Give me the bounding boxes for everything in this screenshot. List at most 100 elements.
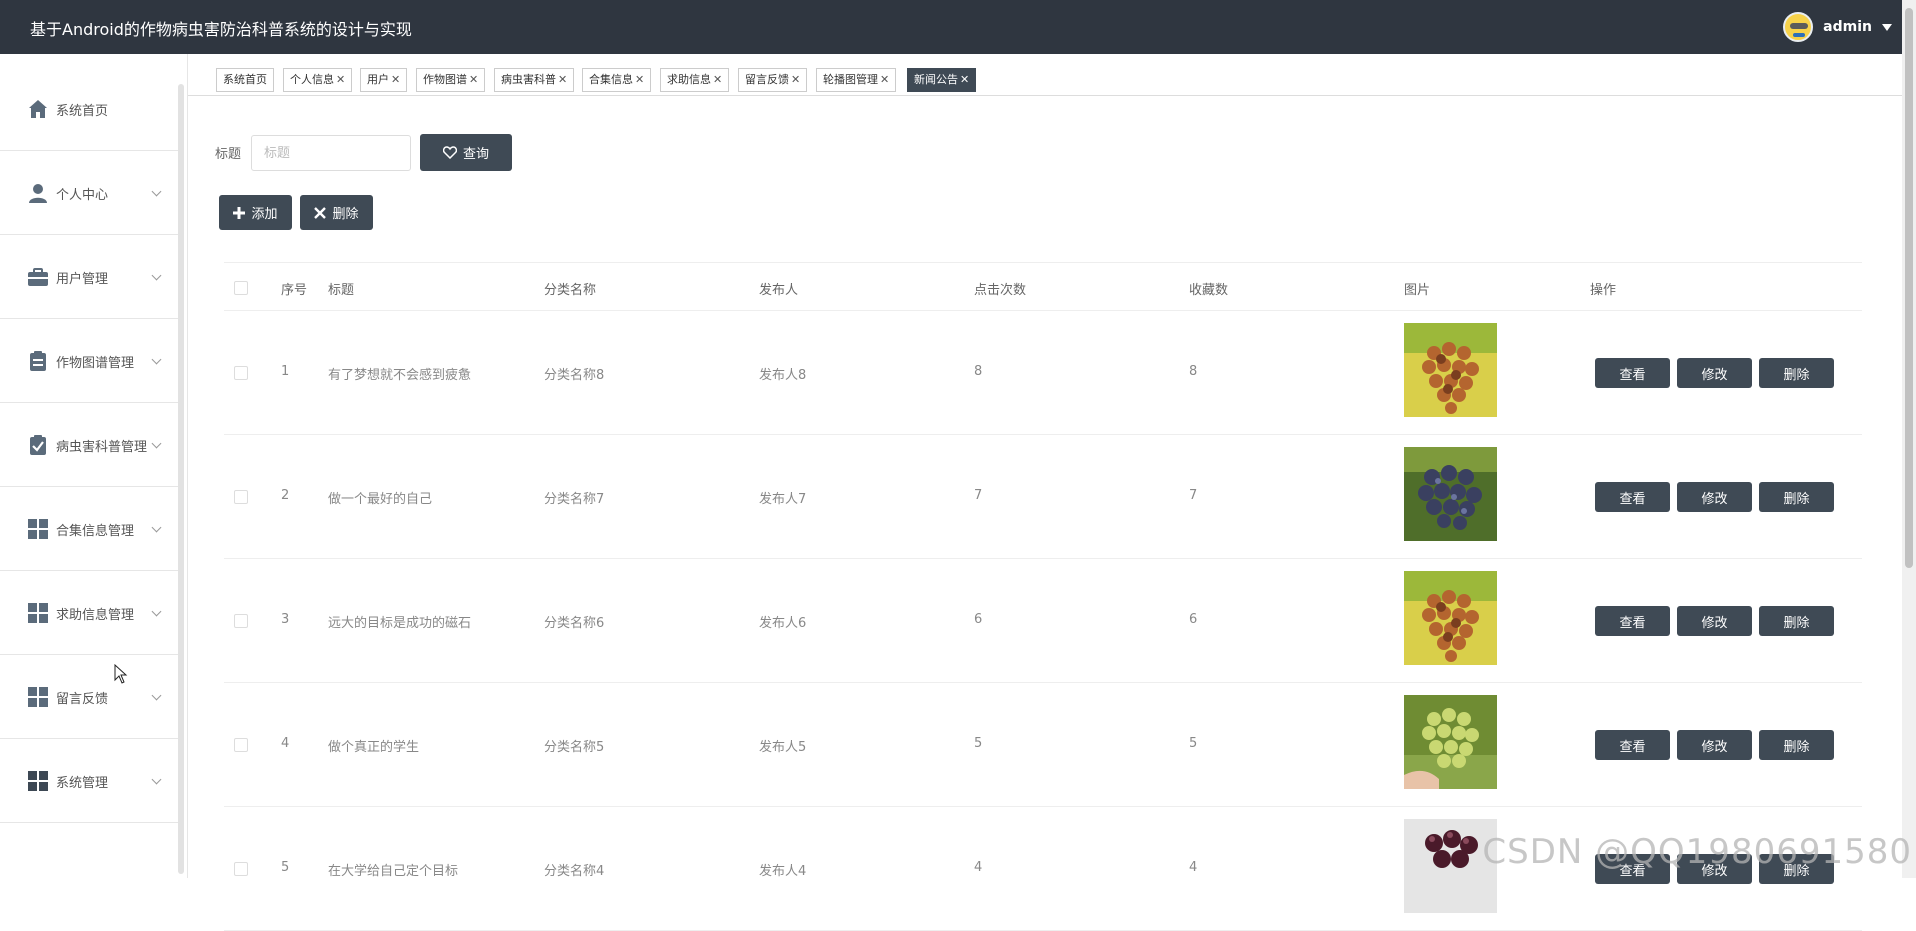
- search-label: 标题: [215, 143, 241, 162]
- close-icon[interactable]: ✕: [391, 73, 400, 86]
- delete-label: 删除: [1783, 612, 1809, 631]
- view-label: 查看: [1619, 364, 1645, 383]
- sidebar-item-label: 合集信息管理: [56, 520, 134, 539]
- chevron-down-icon: [152, 354, 162, 364]
- page-scrollbar[interactable]: [1902, 0, 1916, 878]
- delete-button[interactable]: 删除: [300, 195, 373, 230]
- grid-icon: [27, 686, 49, 708]
- close-icon[interactable]: ✕: [713, 73, 722, 86]
- tab-label: 病虫害科普: [501, 73, 556, 86]
- user-menu[interactable]: admin: [1783, 11, 1892, 43]
- close-icon[interactable]: ✕: [336, 73, 345, 86]
- tab-home[interactable]: 系统首页: [216, 68, 274, 92]
- add-button-label: 添加: [251, 203, 277, 222]
- chevron-down-icon: [152, 774, 162, 784]
- sidebar-item-label: 用户管理: [56, 268, 108, 287]
- tab-carousel[interactable]: 轮播图管理✕: [816, 68, 896, 92]
- row-checkbox[interactable]: [234, 490, 248, 504]
- tab-collection[interactable]: 合集信息✕: [582, 68, 651, 92]
- sidebar-item-help[interactable]: 求助信息管理: [0, 572, 178, 655]
- grid-icon: [27, 770, 49, 792]
- edit-button[interactable]: 修改: [1677, 358, 1752, 388]
- grape-image[interactable]: [1404, 323, 1497, 417]
- username[interactable]: admin: [1823, 19, 1872, 35]
- header-ops: 操作: [1590, 279, 1616, 298]
- edit-button[interactable]: 修改: [1677, 730, 1752, 760]
- edit-button[interactable]: 修改: [1677, 482, 1752, 512]
- row-checkbox[interactable]: [234, 366, 248, 380]
- close-icon[interactable]: ✕: [469, 73, 478, 86]
- close-icon[interactable]: ✕: [558, 73, 567, 86]
- row-delete-button[interactable]: 删除: [1759, 730, 1834, 760]
- row-delete-button[interactable]: 删除: [1759, 606, 1834, 636]
- scrollbar-thumb[interactable]: [1905, 8, 1913, 568]
- sidebar-item-label: 留言反馈: [56, 688, 108, 707]
- row-checkbox[interactable]: [234, 738, 248, 752]
- sidebar-item-system[interactable]: 系统管理: [0, 740, 178, 823]
- view-button[interactable]: 查看: [1595, 606, 1670, 636]
- watermark: CSDN @QQ1980691580: [1482, 832, 1912, 872]
- cell-title: 远大的目标是成功的磁石: [328, 612, 471, 631]
- row-checkbox[interactable]: [234, 614, 248, 628]
- sidebar-item-personal[interactable]: 个人中心: [0, 152, 178, 235]
- chevron-down-icon: [152, 270, 162, 280]
- sidebar-item-home[interactable]: 系统首页: [0, 68, 178, 151]
- sidebar-item-label: 个人中心: [56, 184, 108, 203]
- sidebar-item-label: 系统管理: [56, 772, 108, 791]
- view-button[interactable]: 查看: [1595, 482, 1670, 512]
- heart-icon: [443, 146, 457, 159]
- sidebar-scrollbar[interactable]: [178, 84, 184, 874]
- tab-label: 用户: [367, 73, 389, 86]
- tab-pest-science[interactable]: 病虫害科普✕: [494, 68, 574, 92]
- add-button[interactable]: 添加: [219, 195, 292, 230]
- tab-crop-atlas[interactable]: 作物图谱✕: [416, 68, 485, 92]
- cell-category: 分类名称7: [544, 488, 604, 507]
- close-icon[interactable]: ✕: [880, 73, 889, 86]
- cell-favorites: 6: [1189, 612, 1197, 627]
- tab-help-info[interactable]: 求助信息✕: [660, 68, 729, 92]
- caret-down-icon[interactable]: [1882, 24, 1892, 31]
- table-row: 1 有了梦想就不会感到疲惫 分类名称8 发布人8 8 8 查看 修改 删除: [224, 311, 1862, 435]
- top-bar: 基于Android的作物病虫害防治科普系统的设计与实现 admin: [0, 0, 1916, 54]
- briefcase-icon: [27, 266, 49, 288]
- row-delete-button[interactable]: 删除: [1759, 482, 1834, 512]
- sidebar-item-label: 病虫害科普管理: [56, 436, 147, 455]
- grape-image[interactable]: [1404, 695, 1497, 789]
- sidebar-item-pest-science[interactable]: 病虫害科普管理: [0, 404, 178, 487]
- row-checkbox[interactable]: [234, 862, 248, 876]
- close-icon[interactable]: ✕: [791, 73, 800, 86]
- cell-favorites: 5: [1189, 736, 1197, 751]
- table-header: 序号 标题 分类名称 发布人 点击次数 收藏数 图片 操作: [224, 263, 1862, 311]
- tab-personal-info[interactable]: 个人信息✕: [283, 68, 352, 92]
- grape-image[interactable]: [1404, 447, 1497, 541]
- sidebar-item-feedback[interactable]: 留言反馈: [0, 656, 178, 739]
- view-button[interactable]: 查看: [1595, 730, 1670, 760]
- tab-label: 作物图谱: [423, 73, 467, 86]
- tab-user[interactable]: 用户✕: [360, 68, 407, 92]
- query-button[interactable]: 查询: [420, 134, 512, 171]
- cell-clicks: 6: [974, 612, 982, 627]
- edit-button[interactable]: 修改: [1677, 606, 1752, 636]
- sidebar-item-label: 求助信息管理: [56, 604, 134, 623]
- avatar[interactable]: [1783, 12, 1813, 42]
- cell-clicks: 5: [974, 736, 982, 751]
- cell-favorites: 7: [1189, 488, 1197, 503]
- news-table: 序号 标题 分类名称 发布人 点击次数 收藏数 图片 操作 1 有了梦想就不会感…: [224, 262, 1862, 263]
- sidebar-item-crop-atlas[interactable]: 作物图谱管理: [0, 320, 178, 403]
- view-button[interactable]: 查看: [1595, 358, 1670, 388]
- select-all-checkbox[interactable]: [234, 281, 248, 295]
- query-button-label: 查询: [463, 143, 489, 162]
- mouse-cursor-icon: [114, 664, 128, 684]
- sidebar-item-users[interactable]: 用户管理: [0, 236, 178, 319]
- delete-button-label: 删除: [332, 203, 358, 222]
- tab-label: 系统首页: [223, 73, 267, 86]
- grape-image[interactable]: [1404, 571, 1497, 665]
- search-input[interactable]: [251, 135, 411, 171]
- tab-feedback[interactable]: 留言反馈✕: [738, 68, 807, 92]
- close-icon[interactable]: ✕: [635, 73, 644, 86]
- tab-news[interactable]: 新闻公告✕: [907, 68, 976, 92]
- header-favorites: 收藏数: [1189, 279, 1228, 298]
- row-delete-button[interactable]: 删除: [1759, 358, 1834, 388]
- sidebar-item-collection[interactable]: 合集信息管理: [0, 488, 178, 571]
- close-icon[interactable]: ✕: [960, 73, 969, 86]
